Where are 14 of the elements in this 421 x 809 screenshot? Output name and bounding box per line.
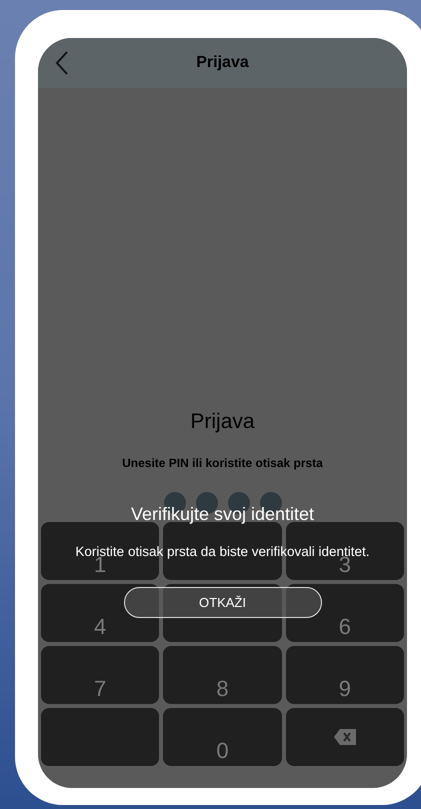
cancel-button[interactable]: OTKAŽI: [124, 587, 322, 618]
dialog-title: Verifikujte svoj identitet: [130, 504, 314, 525]
digit-key[interactable]: 8: [216, 678, 229, 700]
digit-key[interactable]: 4: [94, 616, 106, 638]
login-heading: Prijava: [190, 410, 255, 434]
digit-key[interactable]: 9: [338, 678, 351, 700]
back-icon[interactable]: [55, 51, 69, 75]
backspace-icon: [334, 729, 356, 745]
digit-key[interactable]: 6: [338, 616, 351, 638]
digit-key[interactable]: 0: [216, 740, 229, 762]
digit-key[interactable]: 7: [94, 678, 106, 700]
header-title: Prijava: [196, 54, 249, 72]
login-subtitle: Unesite PIN ili koristite otisak prsta: [122, 456, 323, 470]
backspace-key[interactable]: [286, 708, 404, 766]
